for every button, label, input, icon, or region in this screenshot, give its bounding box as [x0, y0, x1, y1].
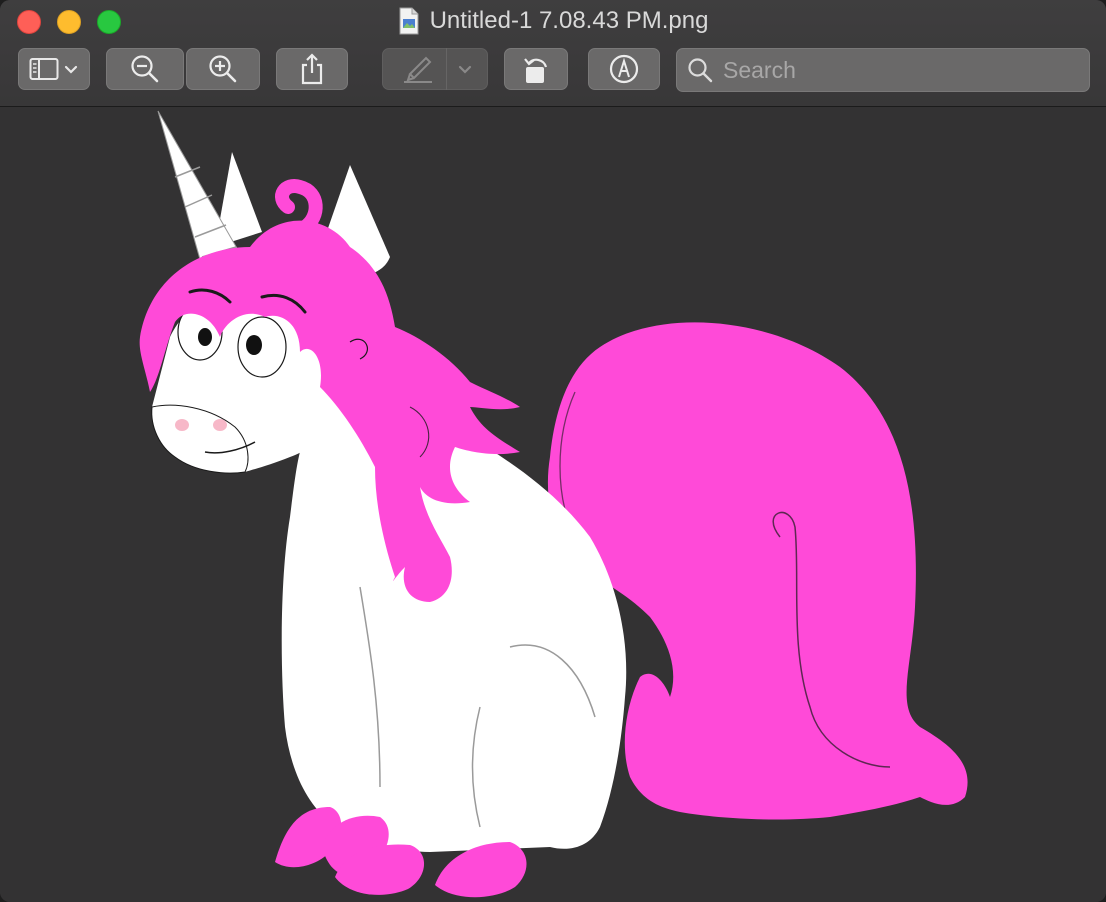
pupil: [246, 335, 262, 355]
highlight-button[interactable]: [382, 48, 488, 90]
highlight-divider: [445, 48, 447, 90]
share-icon: [301, 53, 323, 85]
nostril: [175, 419, 189, 431]
window-title: Untitled-1 7.08.43 PM.png: [429, 7, 709, 34]
share-button[interactable]: [276, 48, 348, 90]
chevron-down-icon: [64, 65, 78, 74]
chevron-down-icon: [458, 65, 471, 74]
zoom-out-button[interactable]: [106, 48, 184, 90]
titlebar: Untitled-1 7.08.43 PM.png: [0, 0, 1106, 107]
zoom-in-icon: [209, 55, 237, 83]
rotate-left-icon: [524, 58, 548, 83]
zoom-in-button[interactable]: [186, 48, 260, 90]
search-icon: [688, 58, 713, 83]
unicorn-eye: [237, 316, 287, 378]
rotate-button[interactable]: [504, 48, 568, 90]
document-preview-icon: [399, 7, 419, 35]
highlight-pen-icon: [403, 56, 432, 83]
sidebar-icon: [29, 58, 59, 80]
sidebar-button[interactable]: [18, 48, 90, 90]
markup-button[interactable]: [588, 48, 660, 90]
search-input[interactable]: [723, 56, 1063, 84]
pupil: [198, 328, 212, 346]
image-canvas: [0, 107, 1106, 902]
nostril: [213, 419, 227, 431]
unicorn-illustration: [139, 110, 968, 898]
search-field[interactable]: [676, 48, 1090, 92]
window-title-area: Untitled-1 7.08.43 PM.png: [0, 4, 1106, 38]
preview-window: Untitled-1 7.08.43 PM.png: [0, 0, 1106, 902]
markup-icon: [609, 54, 639, 84]
zoom-out-icon: [131, 55, 159, 83]
